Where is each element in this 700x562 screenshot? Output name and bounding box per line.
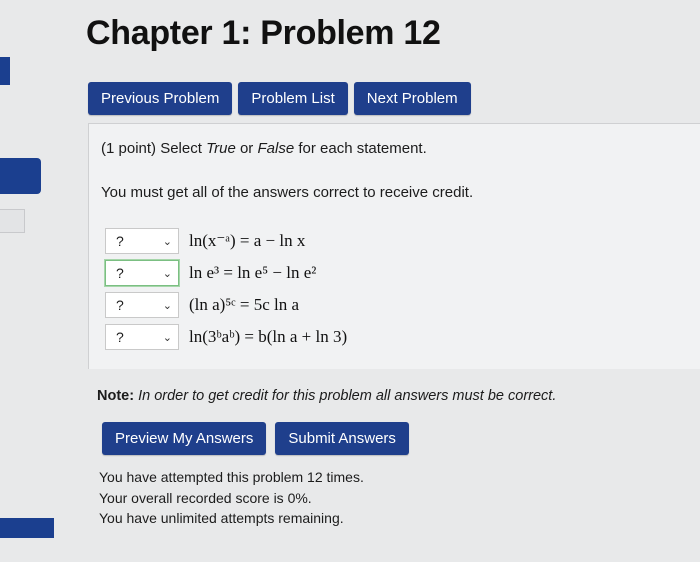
submit-answers-button[interactable]: Submit Answers bbox=[275, 422, 409, 455]
statement-expression: ln(x⁻ᵃ) = a − ln x bbox=[189, 231, 306, 250]
problem-box: (1 point) Select True or False for each … bbox=[88, 123, 700, 369]
problem-list-button[interactable]: Problem List bbox=[238, 82, 348, 115]
answer-select-3[interactable]: ? ⌄ bbox=[105, 292, 179, 318]
statement-row: ? ⌄ ln(3ᵇaᵇ) = b(ln a + ln 3) bbox=[105, 322, 347, 352]
credit-requirement: You must get all of the answers correct … bbox=[101, 184, 474, 201]
sidebar-accent-top bbox=[0, 57, 10, 85]
chevron-down-icon: ⌄ bbox=[162, 267, 172, 280]
attempts-remaining: You have unlimited attempts remaining. bbox=[99, 510, 344, 526]
answer-select-2[interactable]: ? ⌄ bbox=[105, 260, 179, 286]
statement-row: ? ⌄ ln e³ = ln e⁵ − ln e² bbox=[105, 258, 316, 288]
attempts-count: You have attempted this problem 12 times… bbox=[99, 469, 364, 485]
statement-row: ? ⌄ ln(x⁻ᵃ) = a − ln x bbox=[105, 226, 305, 256]
attempt-status: You have attempted this problem 12 times… bbox=[99, 467, 364, 529]
chevron-down-icon: ⌄ bbox=[162, 331, 172, 344]
select-value: ? bbox=[116, 297, 124, 313]
select-value: ? bbox=[116, 329, 124, 345]
sidebar-panel-2 bbox=[0, 209, 25, 233]
chevron-down-icon: ⌄ bbox=[162, 235, 172, 248]
next-problem-button[interactable]: Next Problem bbox=[353, 82, 471, 115]
statement-row: ? ⌄ (ln a)⁵ᶜ = 5c ln a bbox=[105, 290, 299, 320]
select-value: ? bbox=[116, 233, 124, 249]
instruction-tail: for each statement. bbox=[294, 140, 427, 157]
false-word: False bbox=[257, 140, 295, 157]
select-value: ? bbox=[116, 265, 124, 281]
preview-answers-button[interactable]: Preview My Answers bbox=[102, 422, 267, 455]
note-label: Note: bbox=[97, 388, 135, 404]
answer-select-4[interactable]: ? ⌄ bbox=[105, 324, 179, 350]
previous-problem-button[interactable]: Previous Problem bbox=[88, 82, 233, 115]
answer-actions: Preview My Answers Submit Answers bbox=[102, 422, 409, 455]
sidebar-panel-1 bbox=[0, 158, 41, 194]
statement-expression: ln(3ᵇaᵇ) = b(ln a + ln 3) bbox=[189, 327, 348, 346]
sidebar-accent-bottom bbox=[0, 518, 54, 538]
statement-expression: (ln a)⁵ᶜ = 5c ln a bbox=[189, 295, 300, 314]
answer-select-1[interactable]: ? ⌄ bbox=[105, 228, 179, 254]
recorded-score: Your overall recorded score is 0%. bbox=[99, 489, 312, 506]
true-word: True bbox=[206, 140, 236, 157]
problem-nav: Previous Problem Problem List Next Probl… bbox=[88, 82, 471, 115]
note-text: In order to get credit for this problem … bbox=[134, 388, 557, 404]
problem-instruction: (1 point) Select True or False for each … bbox=[101, 140, 427, 157]
page-title: Chapter 1: Problem 12 bbox=[86, 14, 441, 52]
note: Note: In order to get credit for this pr… bbox=[97, 388, 556, 404]
chevron-down-icon: ⌄ bbox=[162, 299, 172, 312]
points-label: (1 point) bbox=[101, 140, 157, 157]
or-word: or bbox=[235, 140, 258, 157]
statement-expression: ln e³ = ln e⁵ − ln e² bbox=[189, 263, 317, 282]
instruction-text: Select bbox=[160, 140, 207, 157]
